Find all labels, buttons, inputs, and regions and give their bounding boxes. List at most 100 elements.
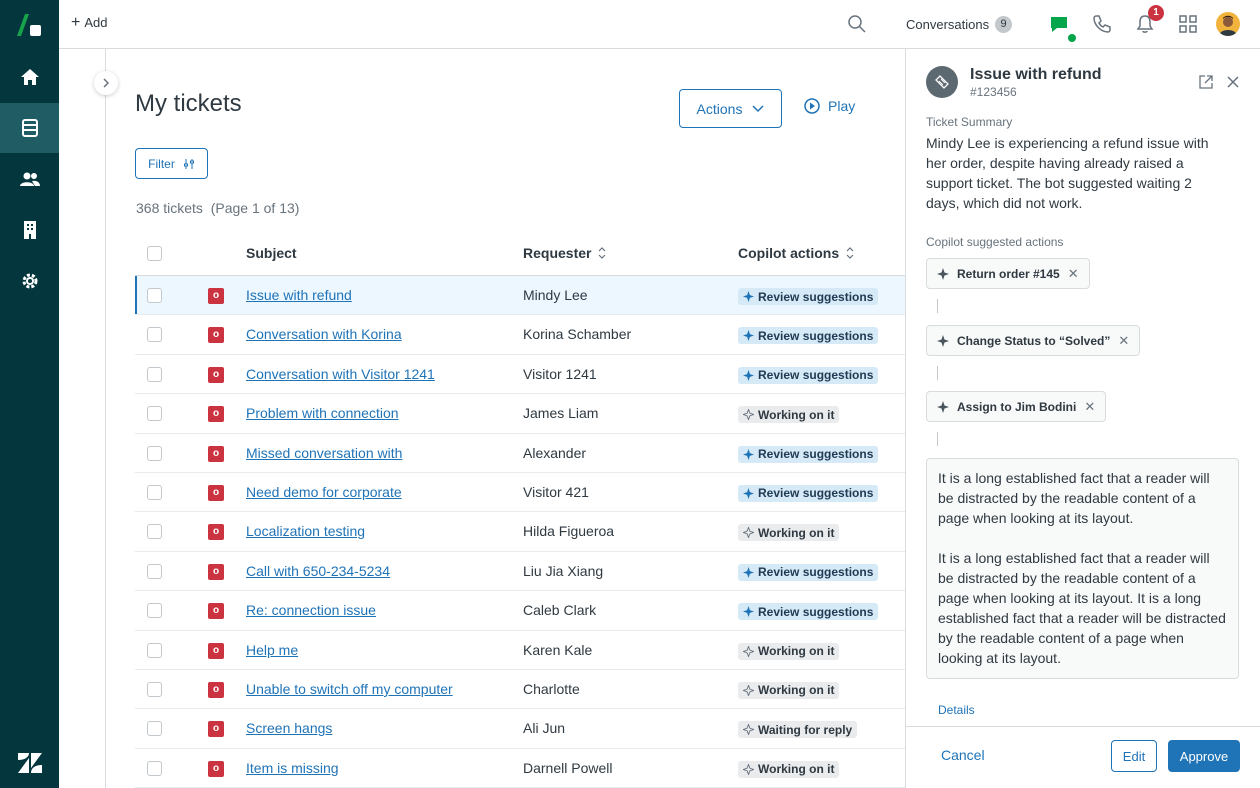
nav-item-tickets[interactable] xyxy=(0,103,59,153)
row-checkbox[interactable] xyxy=(147,721,162,737)
plus-icon: + xyxy=(71,13,81,31)
table-row[interactable]: o Call with 650-234-5234 Liu Jia Xiang Revi… xyxy=(135,552,905,592)
apps-grid-icon[interactable] xyxy=(1178,14,1198,34)
row-checkbox[interactable] xyxy=(147,484,162,500)
copilot-action-badge[interactable]: Waiting for reply xyxy=(738,721,858,739)
ticket-subject-link[interactable]: Help me xyxy=(246,642,298,658)
remove-action-icon[interactable]: ✕ xyxy=(1068,266,1079,282)
sort-icon xyxy=(846,247,854,259)
row-checkbox[interactable] xyxy=(147,603,162,619)
conversations-button[interactable]: Conversations 9 xyxy=(906,16,1013,33)
ticket-subject-link[interactable]: Conversation with Korina xyxy=(246,326,402,342)
details-link[interactable]: Details xyxy=(938,703,975,717)
open-external-icon[interactable] xyxy=(1198,74,1214,90)
row-checkbox[interactable] xyxy=(147,445,162,461)
row-checkbox[interactable] xyxy=(147,681,162,697)
table-row[interactable]: o Re: connection issue Caleb Clark Review s… xyxy=(135,591,905,631)
column-header-copilot[interactable]: Copilot actions xyxy=(738,245,855,261)
ticket-subject-link[interactable]: Problem with connection xyxy=(246,405,399,421)
row-checkbox[interactable] xyxy=(147,642,162,658)
row-checkbox[interactable] xyxy=(147,524,162,540)
row-checkbox[interactable] xyxy=(147,760,162,776)
table-row[interactable]: o Conversation with Visitor 1241 Visitor 1… xyxy=(135,355,905,395)
ticket-subject-link[interactable]: Screen hangs xyxy=(246,720,332,736)
conversations-count-badge: 9 xyxy=(995,16,1013,33)
copilot-action-badge[interactable]: Review suggestions xyxy=(738,327,879,345)
close-icon[interactable] xyxy=(1225,74,1241,90)
copilot-action-badge[interactable]: Working on it xyxy=(738,406,840,424)
ticket-icon xyxy=(926,66,958,98)
table-row[interactable]: o Problem with connection James Liam Workin… xyxy=(135,394,905,434)
nav-item-users[interactable] xyxy=(0,154,59,204)
row-checkbox[interactable] xyxy=(147,366,162,382)
remove-action-icon[interactable]: ✕ xyxy=(1084,399,1095,415)
user-avatar[interactable] xyxy=(1216,12,1240,36)
nav-item-organizations[interactable] xyxy=(0,205,59,255)
actions-button[interactable]: Actions xyxy=(679,89,782,128)
row-checkbox[interactable] xyxy=(147,563,162,579)
ticket-subject-link[interactable]: Need demo for corporate xyxy=(246,484,402,500)
table-row[interactable]: o Localization testing Hilda Figueroa Worki… xyxy=(135,512,905,552)
nav-item-settings[interactable] xyxy=(0,256,59,306)
copilot-action-badge[interactable]: Working on it xyxy=(738,760,840,778)
copilot-action-badge[interactable]: Review suggestions xyxy=(738,484,879,502)
cancel-button[interactable]: Cancel xyxy=(941,747,985,763)
select-all-checkbox[interactable] xyxy=(147,246,162,261)
status-badge: o xyxy=(208,760,224,777)
ticket-count: 368 tickets (Page 1 of 13) xyxy=(136,200,299,216)
status-badge: o xyxy=(208,327,224,344)
ticket-subject-link[interactable]: Conversation with Visitor 1241 xyxy=(246,366,435,382)
approve-button[interactable]: Approve xyxy=(1168,740,1240,772)
copilot-action-label: Working on it xyxy=(758,762,835,777)
table-row[interactable]: o Conversation with Korina Korina Schamber… xyxy=(135,315,905,355)
table-row[interactable]: o Issue with refund Mindy Lee Review sugges… xyxy=(135,276,905,316)
ticket-subject-link[interactable]: Missed conversation with xyxy=(246,445,402,461)
copilot-action-badge[interactable]: Review suggestions xyxy=(738,445,879,463)
column-header-requester-label: Requester xyxy=(523,245,592,261)
row-checkbox[interactable] xyxy=(147,288,162,303)
ticket-subject-link[interactable]: Unable to switch off my computer xyxy=(246,681,453,697)
copilot-action-badge[interactable]: Review suggestions xyxy=(738,563,879,581)
expand-views-button[interactable] xyxy=(94,71,118,95)
filter-button[interactable]: Filter xyxy=(135,148,208,179)
row-checkbox[interactable] xyxy=(147,327,162,343)
table-row[interactable]: o Help me Karen Kale Working on it xyxy=(135,631,905,670)
ticket-subject-link[interactable]: Localization testing xyxy=(246,523,365,539)
column-header-requester[interactable]: Requester xyxy=(523,245,607,261)
add-button[interactable]: + Add xyxy=(71,13,107,31)
copilot-action-badge[interactable]: Working on it xyxy=(738,524,840,542)
status-badge: o xyxy=(208,406,224,423)
table-row[interactable]: o Item is missing Darnell Powell Working on… xyxy=(135,749,905,788)
copilot-action-badge[interactable]: Review suggestions xyxy=(738,288,879,305)
action-connector xyxy=(937,432,938,446)
suggested-action-assign[interactable]: Assign to Jim Bodini ✕ xyxy=(926,391,1107,422)
column-header-subject[interactable]: Subject xyxy=(246,245,297,261)
note-paragraph: It is a long established fact that a rea… xyxy=(938,470,1210,526)
row-checkbox[interactable] xyxy=(147,406,162,422)
table-row[interactable]: o Unable to switch off my computer Charlot… xyxy=(135,670,905,710)
search-icon[interactable] xyxy=(847,14,867,34)
phone-icon[interactable] xyxy=(1092,14,1112,34)
table-row[interactable]: o Screen hangs Ali Jun Waiting for reply xyxy=(135,709,905,749)
suggested-action-change-status[interactable]: Change Status to “Solved” ✕ xyxy=(926,325,1141,356)
ticket-requester: Alexander xyxy=(523,444,587,461)
product-logo-icon[interactable] xyxy=(15,12,43,38)
copilot-action-badge[interactable]: Review suggestions xyxy=(738,603,879,621)
ticket-subject-link[interactable]: Item is missing xyxy=(246,760,339,776)
copilot-action-badge[interactable]: Working on it xyxy=(738,642,840,660)
ticket-subject-link[interactable]: Call with 650-234-5234 xyxy=(246,563,390,579)
chat-icon[interactable] xyxy=(1049,14,1069,34)
remove-action-icon[interactable]: ✕ xyxy=(1118,333,1129,349)
ticket-subject-link[interactable]: Re: connection issue xyxy=(246,602,376,618)
copilot-action-badge[interactable]: Working on it xyxy=(738,681,840,699)
copilot-action-badge[interactable]: Review suggestions xyxy=(738,366,879,384)
suggested-action-return-order[interactable]: Return order #145 ✕ xyxy=(926,258,1090,289)
suggested-reply-textarea[interactable]: It is a long established fact that a rea… xyxy=(926,458,1239,679)
ticket-subject-link[interactable]: Issue with refund xyxy=(246,287,352,303)
play-button[interactable]: Play xyxy=(804,98,855,114)
table-row[interactable]: o Need demo for corporate Visitor 421 Revie… xyxy=(135,473,905,513)
nav-item-home[interactable] xyxy=(0,52,59,102)
edit-button[interactable]: Edit xyxy=(1111,740,1157,772)
table-row[interactable]: o Missed conversation with Alexander Review… xyxy=(135,434,905,473)
ticket-requester: Visitor 421 xyxy=(523,483,589,500)
